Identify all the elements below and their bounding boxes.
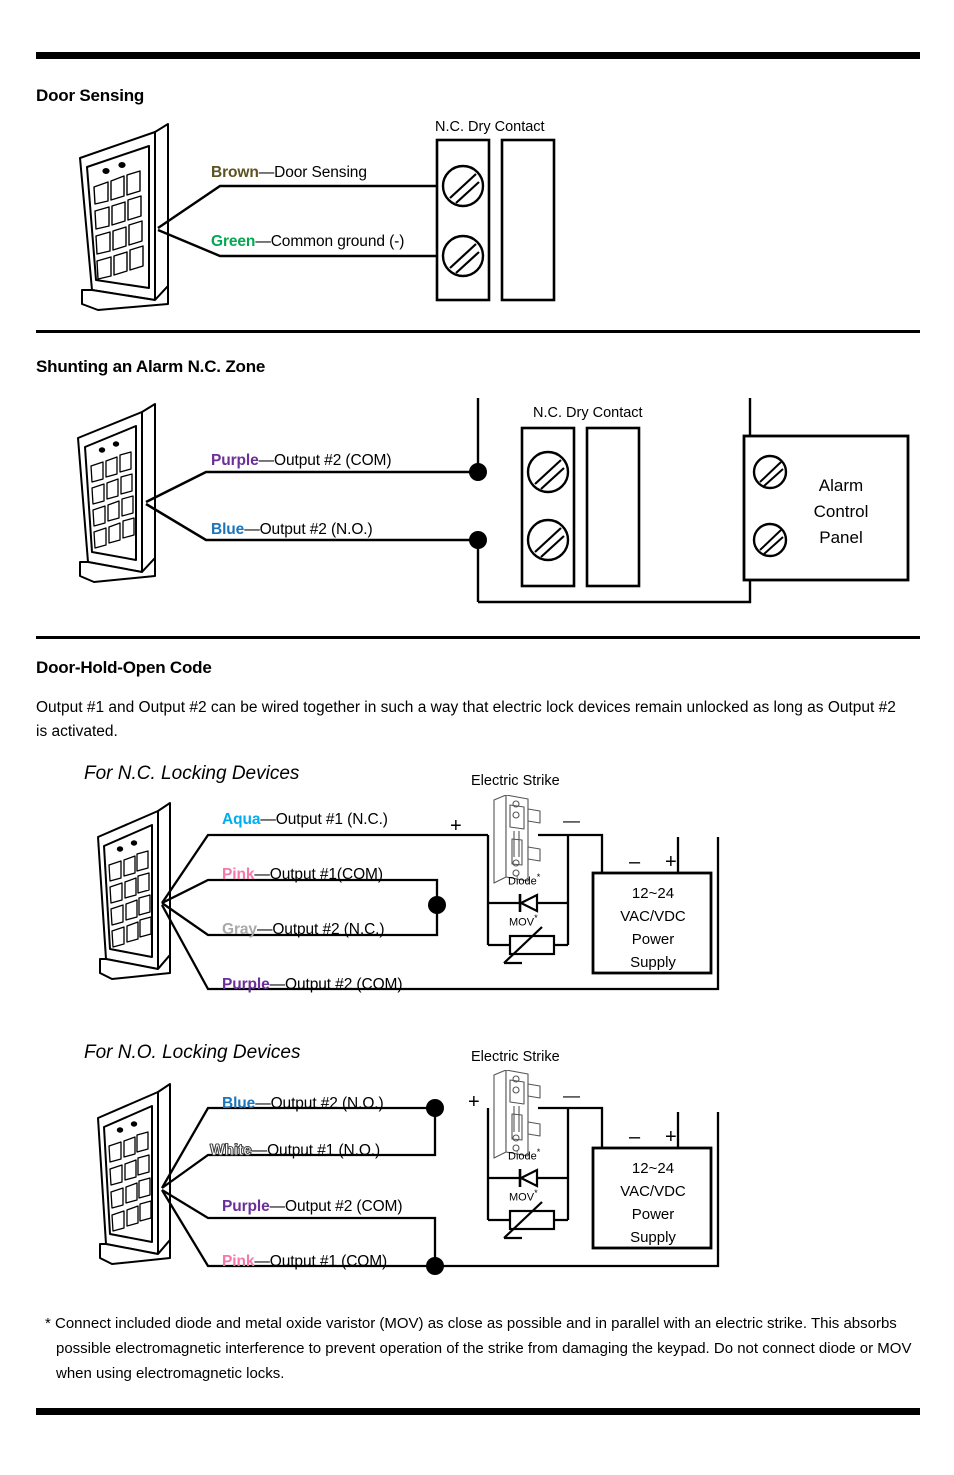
mov-footnote-marker-no: * (534, 1188, 538, 1198)
wire-label-purple-shunt: Purple—Output #2 (COM) (211, 452, 392, 470)
caption-electric-strike-nc: Electric Strike (471, 773, 560, 789)
polarity-supply-minus-nc: – (629, 851, 641, 873)
wire-label-aqua: Aqua—Output #1 (N.C.) (222, 811, 388, 829)
wire-function-purple-no: —Output #2 (COM) (269, 1198, 403, 1215)
wire-label-purple-nc: Purple—Output #2 (COM) (222, 976, 403, 994)
wire-function-blue-no: —Output #2 (N.O.) (255, 1095, 384, 1112)
rule-divider-2 (36, 636, 920, 639)
caption-diode-nc: Diode* (508, 872, 540, 888)
polarity-strike-minus-no: — (563, 1086, 580, 1105)
diode-label-no: Diode (508, 1150, 537, 1163)
supply-line-1-nc: 12~24 (631, 885, 675, 902)
caption-mov-nc: MOV* (509, 913, 538, 929)
wire-function-gray: —Output #2 (N.C.) (256, 921, 385, 938)
wire-label-blue-no: Blue—Output #2 (N.O.) (222, 1095, 384, 1113)
wire-label-pink-nc: Pink—Output #1(COM) (222, 866, 383, 884)
wire-function-aqua: —Output #1 (N.C.) (260, 811, 388, 828)
power-supply-text-no: 12~24 VAC/VDC Power Supply (594, 1157, 712, 1249)
supply-line-2-nc: VAC/VDC (620, 908, 686, 925)
panel-line-1: Alarm (818, 476, 864, 495)
panel-line-2: Control (813, 502, 869, 521)
polarity-supply-plus-nc: + (665, 851, 677, 873)
wire-label-white: White—Output #1 (N.O.) (210, 1142, 381, 1160)
wire-color-brown: Brown (211, 164, 259, 181)
supply-line-4-no: Supply (630, 1229, 676, 1246)
wire-label-gray: Gray—Output #2 (N.C.) (222, 921, 385, 939)
wire-color-blue: Blue (211, 521, 245, 538)
wire-color-pink: Pink (222, 866, 255, 883)
polarity-supply-minus-no: – (629, 1126, 641, 1148)
supply-line-3-nc: Power (631, 931, 675, 948)
mov-label-no: MOV (509, 1191, 535, 1204)
wire-color-blue-no: Blue (222, 1095, 256, 1112)
diode-footnote-marker-no: * (536, 1147, 541, 1157)
wire-label-pink-no: Pink—Output #1 (COM) (222, 1253, 387, 1271)
heading-shunting-alarm: Shunting an Alarm N.C. Zone (36, 357, 266, 376)
wire-function-purple: —Output #2 (COM) (258, 452, 392, 469)
caption-electric-strike-no: Electric Strike (471, 1049, 560, 1065)
wire-function-pink-no: —Output #1 (COM) (254, 1253, 388, 1270)
wire-color-purple-nc: Purple (222, 976, 270, 993)
rule-top (36, 52, 920, 59)
wire-label-green: Green—Common ground (-) (211, 233, 404, 251)
footnote-diode-mov: * Connect included diode and metal oxide… (45, 1315, 912, 1382)
diode-footnote-marker-nc: * (536, 872, 541, 882)
polarity-strike-plus-no: + (468, 1091, 480, 1113)
wire-function-green: —Common ground (-) (255, 233, 405, 250)
panel-line-3: Panel (819, 528, 863, 547)
wire-function-brown: —Door Sensing (258, 164, 367, 181)
wire-color-aqua: Aqua (222, 811, 261, 828)
rule-bottom (36, 1408, 920, 1415)
mov-symbol-no (503, 1201, 556, 1240)
wire-label-purple-no: Purple—Output #2 (COM) (222, 1198, 403, 1216)
mov-label-nc: MOV (509, 916, 535, 929)
supply-line-3-no: Power (631, 1206, 675, 1223)
heading-door-hold-open: Door-Hold-Open Code (36, 658, 212, 677)
diode-label-nc: Diode (508, 875, 537, 888)
polarity-strike-minus-nc: — (563, 811, 580, 830)
document-page: Door Sensing N.C. Dry Contact Brown—Door… (0, 0, 954, 1475)
wire-label-blue-shunt: Blue—Output #2 (N.O.) (211, 521, 373, 539)
wire-color-pink-no: Pink (222, 1253, 255, 1270)
wire-color-purple-no: Purple (222, 1198, 270, 1215)
junction-dot-no-bottom (426, 1257, 444, 1275)
wire-function-pink: —Output #1(COM) (254, 866, 383, 883)
wire-function-blue: —Output #2 (N.O.) (244, 521, 373, 538)
wire-label-brown: Brown—Door Sensing (211, 164, 367, 182)
diode-symbol (518, 893, 539, 913)
diagram-door-sensing (79, 123, 556, 311)
junction-dot-no-top (426, 1099, 444, 1117)
heading-nc-locking-devices: For N.C. Locking Devices (84, 763, 300, 784)
supply-line-4-nc: Supply (630, 954, 676, 971)
polarity-supply-plus-no: + (665, 1126, 677, 1148)
junction-dot-nc (428, 896, 446, 914)
rule-divider-1 (36, 330, 920, 333)
polarity-strike-plus-nc: + (450, 815, 462, 837)
wire-color-purple: Purple (211, 452, 259, 469)
supply-line-1-no: 12~24 (631, 1160, 675, 1177)
wire-color-gray: Gray (222, 921, 257, 938)
wire-color-green: Green (211, 233, 256, 250)
label-alarm-control-panel: Alarm Control Panel (798, 473, 884, 551)
diode-symbol-no (518, 1168, 539, 1188)
wire-function-purple-nc: —Output #2 (COM) (269, 976, 403, 993)
mov-footnote-marker-nc: * (534, 913, 538, 923)
caption-diode-no: Diode* (508, 1147, 540, 1163)
caption-mov-no: MOV* (509, 1188, 538, 1204)
paragraph-door-hold-open: Output #1 and Output #2 can be wired tog… (36, 699, 896, 740)
wire-color-white: White (210, 1142, 253, 1160)
supply-line-2-no: VAC/VDC (620, 1183, 686, 1200)
wire-function-white: —Output #1 (N.O.) (251, 1142, 381, 1159)
power-supply-text-nc: 12~24 VAC/VDC Power Supply (594, 882, 712, 974)
heading-door-sensing: Door Sensing (36, 86, 145, 105)
heading-no-locking-devices: For N.O. Locking Devices (84, 1042, 301, 1063)
mov-symbol (503, 926, 556, 965)
